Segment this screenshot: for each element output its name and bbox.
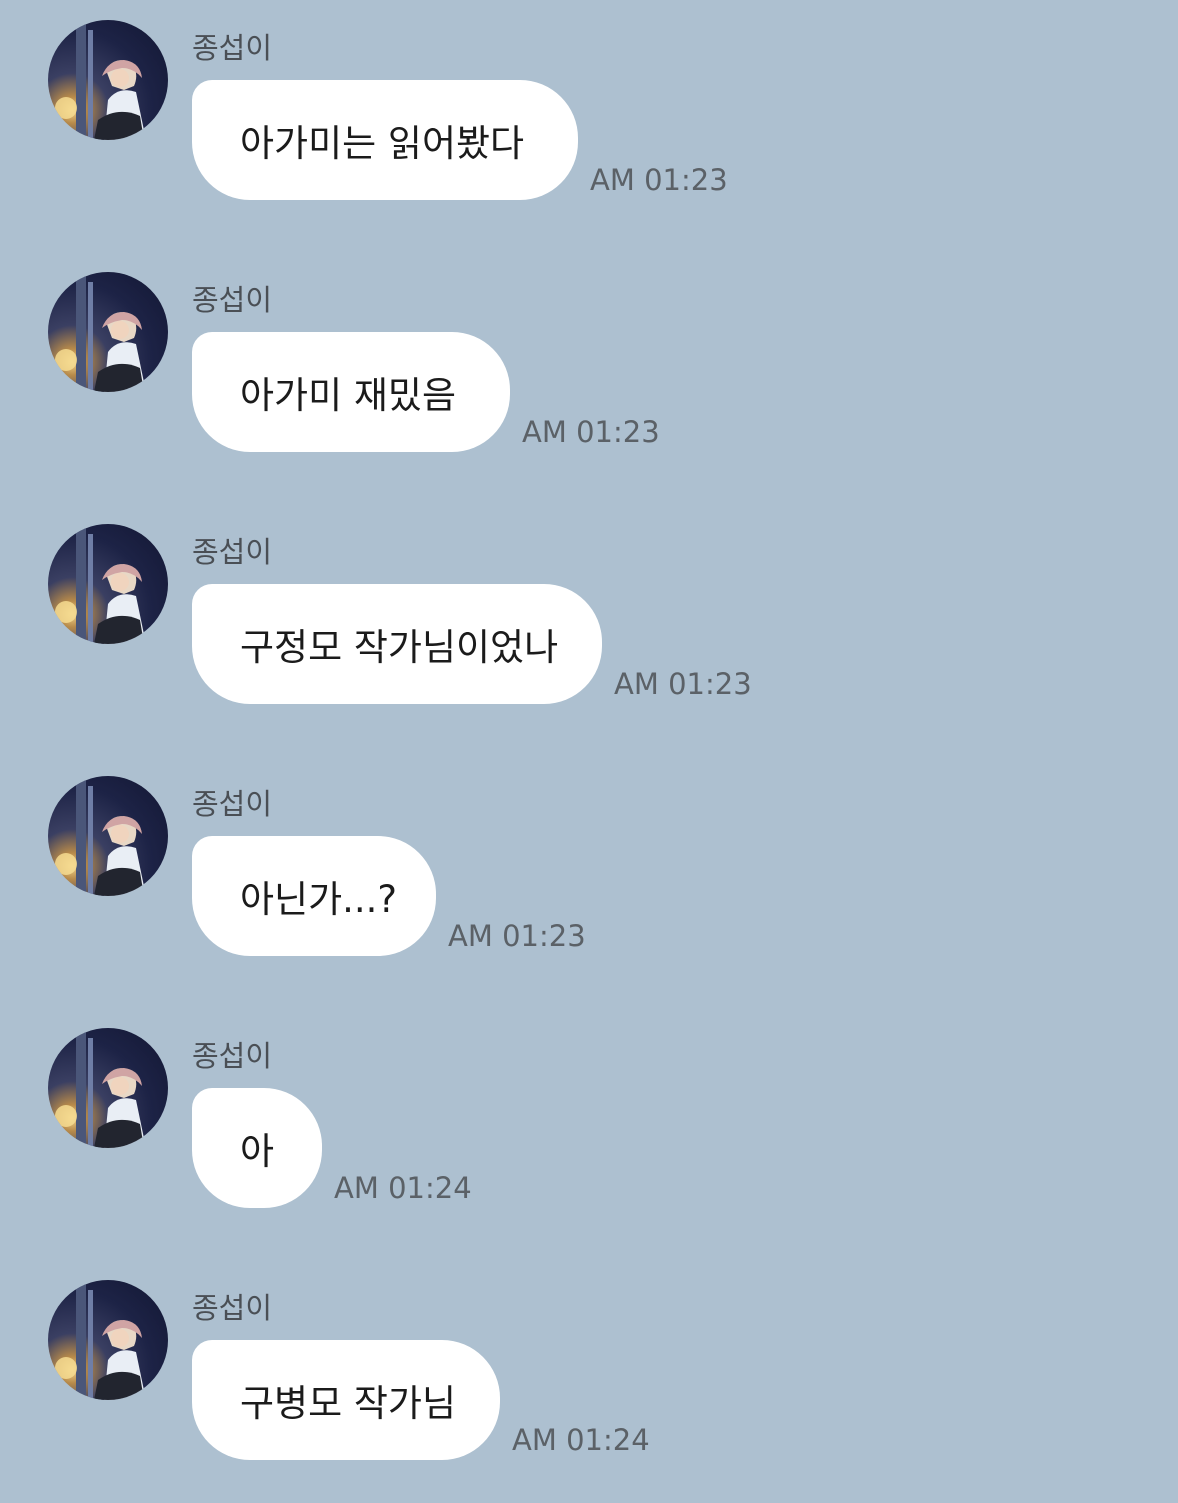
sender-name: 종섭이	[192, 31, 273, 65]
message-timestamp: AM 01:23	[590, 163, 728, 197]
message-text: 아가미는 읽어봤다	[240, 122, 525, 165]
avatar[interactable]	[48, 524, 168, 644]
message-row: 종섭이 아 AM 01:24	[0, 1008, 1178, 1208]
avatar[interactable]	[48, 20, 168, 140]
message-text: 아닌가...?	[240, 878, 398, 921]
message-bubble[interactable]: 아닌가...?	[192, 836, 436, 956]
profile-photo-icon	[55, 524, 146, 644]
sender-name: 종섭이	[192, 535, 273, 569]
message-text: 아	[240, 1130, 275, 1173]
avatar[interactable]	[48, 1280, 168, 1400]
sender-name: 종섭이	[192, 1039, 273, 1073]
message-text: 아가미 재밌음	[240, 374, 457, 417]
message-timestamp: AM 01:24	[512, 1423, 650, 1457]
profile-photo-icon	[55, 272, 146, 392]
profile-photo-icon	[55, 1028, 146, 1148]
message-timestamp: AM 01:23	[522, 415, 660, 449]
sender-name: 종섭이	[192, 787, 273, 821]
avatar[interactable]	[48, 776, 168, 896]
sender-name: 종섭이	[192, 1291, 273, 1325]
message-bubble[interactable]: 구병모 작가님	[192, 1340, 500, 1460]
message-bubble[interactable]: 아	[192, 1088, 322, 1208]
message-row: 종섭이 아가미 재밌음 AM 01:23	[0, 252, 1178, 452]
chat-message-list[interactable]: 종섭이 아가미는 읽어봤다 AM 01:23 종섭이 아가미 재밌음 AM 01…	[0, 0, 1178, 1503]
avatar[interactable]	[48, 272, 168, 392]
profile-photo-icon	[55, 1280, 146, 1400]
message-timestamp: AM 01:23	[448, 919, 586, 953]
message-row: 종섭이 구정모 작가님이었나 AM 01:23	[0, 504, 1178, 704]
profile-photo-icon	[55, 776, 146, 896]
message-bubble[interactable]: 아가미 재밌음	[192, 332, 510, 452]
avatar[interactable]	[48, 1028, 168, 1148]
message-timestamp: AM 01:23	[614, 667, 752, 701]
message-timestamp: AM 01:24	[334, 1171, 472, 1205]
message-row: 종섭이 구병모 작가님 AM 01:24	[0, 1260, 1178, 1460]
message-text: 구병모 작가님	[240, 1382, 457, 1425]
sender-name: 종섭이	[192, 283, 273, 317]
message-text: 구정모 작가님이었나	[240, 626, 559, 669]
message-row: 종섭이 아가미는 읽어봤다 AM 01:23	[0, 0, 1178, 200]
message-bubble[interactable]: 아가미는 읽어봤다	[192, 80, 578, 200]
profile-photo-icon	[55, 20, 146, 140]
message-bubble[interactable]: 구정모 작가님이었나	[192, 584, 602, 704]
message-row: 종섭이 아닌가...? AM 01:23	[0, 756, 1178, 956]
